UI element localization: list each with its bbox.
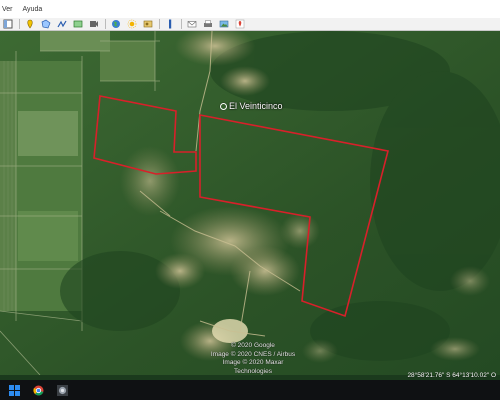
add-polygon-button[interactable] bbox=[40, 19, 52, 30]
sun-icon bbox=[127, 19, 137, 29]
chrome-icon bbox=[32, 385, 43, 395]
place-label[interactable]: El Veinticinco bbox=[220, 101, 283, 111]
add-overlay-button[interactable] bbox=[72, 19, 84, 30]
ruler-icon bbox=[169, 19, 172, 29]
menu-item-ver[interactable]: Ver bbox=[2, 6, 13, 13]
place-label-text: El Veinticinco bbox=[229, 101, 283, 111]
record-tour-button[interactable] bbox=[88, 19, 100, 30]
start-button[interactable] bbox=[4, 380, 24, 400]
menu-bar: Ver Ayuda bbox=[0, 0, 500, 18]
email-icon bbox=[187, 21, 197, 28]
menu-item-ayuda[interactable]: Ayuda bbox=[23, 6, 43, 13]
imagery-credits: © 2020 Google Image © 2020 CNES / Airbus… bbox=[203, 342, 303, 376]
email-button[interactable] bbox=[186, 19, 198, 30]
sidebar-icon bbox=[3, 19, 13, 29]
google-earth-taskbar-button[interactable] bbox=[52, 380, 72, 400]
print-icon bbox=[204, 20, 212, 27]
sidebar-toggle-button[interactable] bbox=[2, 19, 14, 30]
toolbar-divider bbox=[159, 19, 160, 29]
tour-icon bbox=[90, 21, 98, 27]
view-in-maps-button[interactable] bbox=[234, 19, 246, 30]
toolbar-divider bbox=[105, 19, 106, 29]
add-placemark-button[interactable] bbox=[24, 19, 36, 30]
placemark-icon bbox=[27, 19, 33, 29]
toolbar-divider bbox=[181, 19, 182, 29]
windows-start-icon bbox=[8, 384, 20, 396]
chrome-taskbar-button[interactable] bbox=[28, 380, 48, 400]
satellite-imagery bbox=[0, 31, 500, 375]
earth-button[interactable] bbox=[110, 19, 122, 30]
maps-icon bbox=[235, 19, 245, 29]
ruler-button[interactable] bbox=[164, 19, 176, 30]
google-earth-icon bbox=[56, 384, 68, 396]
sunlight-button[interactable] bbox=[126, 19, 138, 30]
overlay-icon bbox=[73, 20, 83, 28]
taskbar bbox=[0, 380, 500, 400]
save-image-icon bbox=[219, 20, 229, 28]
add-path-button[interactable] bbox=[56, 19, 68, 30]
credit-line: Image © 2020 Maxar Technologies bbox=[222, 359, 284, 375]
credit-line: Image © 2020 CNES / Airbus bbox=[210, 350, 296, 358]
toolbar-divider bbox=[19, 19, 20, 29]
print-button[interactable] bbox=[202, 19, 214, 30]
historical-imagery-icon bbox=[143, 20, 153, 28]
place-pin-icon bbox=[220, 102, 227, 110]
earth-icon bbox=[112, 20, 120, 28]
credit-line: © 2020 Google bbox=[231, 342, 275, 349]
coordinates-readout: 28°58'21.76" S 64°13'10.02" O bbox=[407, 372, 496, 379]
historical-imagery-button[interactable] bbox=[142, 19, 154, 30]
save-image-button[interactable] bbox=[218, 19, 230, 30]
path-icon bbox=[57, 20, 67, 28]
polygon-icon bbox=[41, 19, 51, 29]
satellite-map[interactable]: El Veinticinco bbox=[0, 31, 500, 375]
toolbar bbox=[0, 18, 500, 31]
